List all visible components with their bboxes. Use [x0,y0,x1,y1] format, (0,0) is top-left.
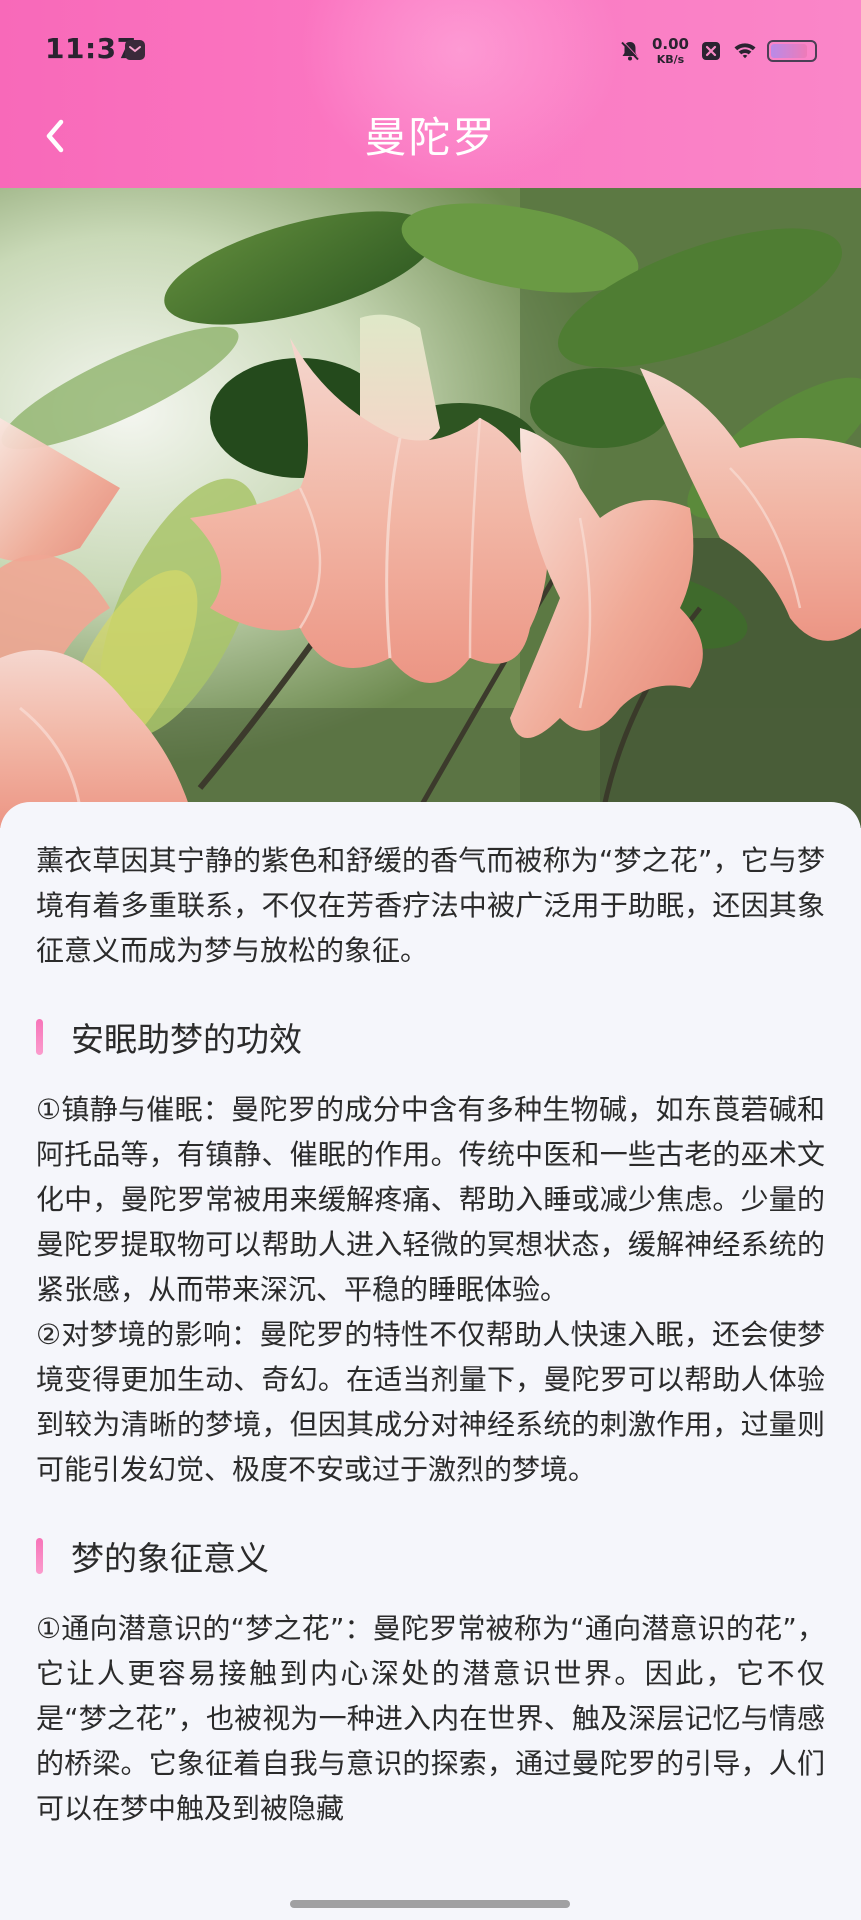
flower-illustration [0,188,861,828]
status-icons: 0.00 KB/s [618,34,817,68]
wifi-icon [734,43,756,59]
section-accent-bar [36,1538,43,1574]
section-title: 安眠助梦的功效 [71,1020,302,1059]
battery-indicator [767,40,817,62]
section-effects: 安眠助梦的功效 ①镇静与催眠：曼陀罗的成分中含有多种生物碱，如东莨菪碱和阿托品等… [36,1013,825,1492]
network-speed: 0.00 KB/s [651,35,689,66]
section-title: 梦的象征意义 [71,1539,269,1578]
section-symbolism: 梦的象征意义 ①通向潜意识的“梦之花”：曼陀罗常被称为“通向潜意识的花”，它让人… [36,1532,825,1831]
home-indicator[interactable] [290,1900,570,1908]
intro-paragraph: 薰衣草因其宁静的紫色和舒缓的香气而被称为“梦之花”，它与梦境有着多重联系，不仅在… [36,844,825,967]
section-accent-bar [36,1019,43,1055]
status-time: 11:37 [45,32,137,65]
section-body: ①通向潜意识的“梦之花”：曼陀罗常被称为“通向潜意识的花”，它让人更容易接触到内… [36,1606,825,1831]
section-body: ①镇静与催眠：曼陀罗的成分中含有多种生物碱，如东莨菪碱和阿托品等，有镇静、催眠的… [36,1087,825,1492]
section-paragraph: ①通向潜意识的“梦之花”：曼陀罗常被称为“通向潜意识的花”，它让人更容易接触到内… [36,1612,825,1825]
notification-app-icon [125,40,145,60]
section-heading: 安眠助梦的功效 [36,1013,825,1061]
mute-bell-icon [621,41,640,61]
section-heading: 梦的象征意义 [36,1532,825,1580]
title-bar: 曼陀罗 [0,88,861,188]
network-speed-unit: KB/s [656,53,685,66]
page-title: 曼陀罗 [364,113,497,162]
battery-fill [771,44,807,58]
app-header: 11:37 0.00 KB/s 曼陀罗 [0,0,861,188]
hero-image [0,188,861,828]
section-paragraph: ①镇静与催眠：曼陀罗的成分中含有多种生物碱，如东莨菪碱和阿托品等，有镇静、催眠的… [36,1093,825,1306]
section-paragraph: ②对梦境的影响：曼陀罗的特性不仅帮助人快速入眠，还会使梦境变得更加生动、奇幻。在… [36,1318,825,1486]
network-speed-value: 0.00 [651,35,689,53]
sim-off-icon [702,42,720,60]
content-card: 薰衣草因其宁静的紫色和舒缓的香气而被称为“梦之花”，它与梦境有着多重联系，不仅在… [0,802,861,1920]
status-bar: 11:37 0.00 KB/s [0,0,861,100]
